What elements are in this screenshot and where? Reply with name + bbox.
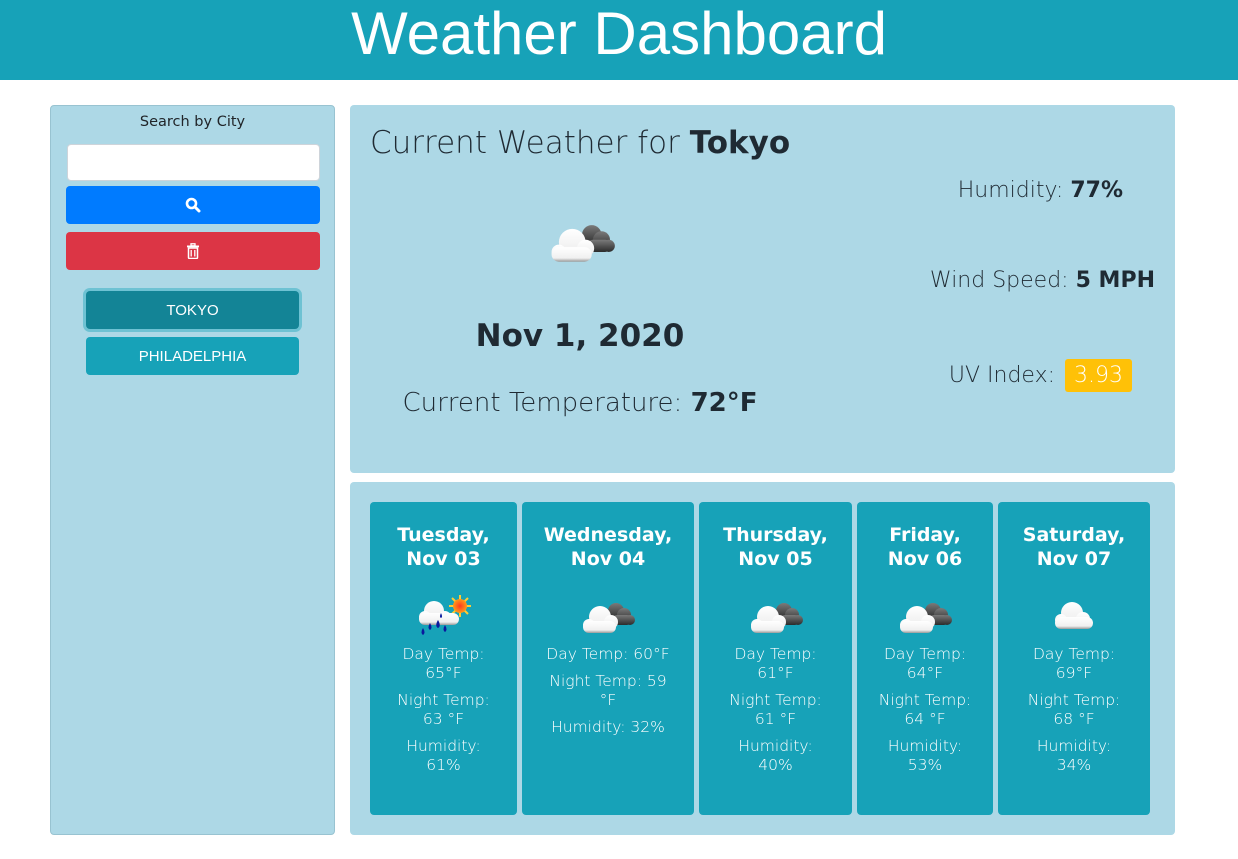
forecast-card: Thursday, Nov 05 Day Temp: 61°F Night Tem… bbox=[699, 502, 852, 815]
forecast-day: Friday, Nov 06 bbox=[887, 524, 963, 570]
uv-index-badge: 3.93 bbox=[1065, 359, 1132, 392]
temperature-label: Current Temperature: bbox=[402, 388, 683, 418]
uv-index-stat: UV Index: 3.93 bbox=[949, 359, 1132, 392]
forecast-card: Friday, Nov 06 Day Temp: 64°F Night Temp:… bbox=[857, 502, 993, 815]
wind-label: Wind Speed: bbox=[929, 268, 1069, 293]
wind-speed-stat: Wind Speed: 5 MPH bbox=[930, 268, 1155, 293]
night-temp: Night Temp: 61 °F bbox=[729, 691, 822, 728]
wind-value: 5 MPH bbox=[1075, 268, 1155, 293]
trash-icon bbox=[187, 243, 199, 259]
night-temp: Night Temp: 59 °F bbox=[549, 672, 667, 709]
forecast-card: Saturday, Nov 07 Day Temp: 69°F Night Tem… bbox=[998, 502, 1150, 815]
current-date: Nov 1, 2020 bbox=[475, 318, 685, 354]
humidity-stat: Humidity: 77% bbox=[958, 178, 1123, 203]
day-temp: Day Temp: 69°F bbox=[1032, 645, 1116, 682]
forecast-day: Wednesday, Nov 04 bbox=[543, 524, 673, 570]
clear-history-button[interactable] bbox=[66, 232, 320, 270]
forecast-day: Thursday, Nov 05 bbox=[723, 524, 828, 570]
forecast-humidity: Humidity: 40% bbox=[738, 737, 813, 774]
uv-label: UV Index: bbox=[948, 363, 1056, 388]
search-sidebar: Search by City TOKYO PHILADELPHIA bbox=[50, 105, 335, 835]
city-search-input[interactable] bbox=[67, 144, 320, 181]
broken-clouds-icon bbox=[578, 593, 638, 639]
day-temp: Day Temp: 65°F bbox=[402, 645, 485, 682]
rain-sun-cloud-icon bbox=[414, 593, 474, 639]
city-history-button-tokyo[interactable]: TOKYO bbox=[86, 291, 299, 329]
search-label: Search by City bbox=[139, 114, 246, 130]
day-temp: Day Temp: 64°F bbox=[883, 645, 967, 682]
night-temp: Night Temp: 63 °F bbox=[397, 691, 490, 728]
app-header: Weather Dashboard bbox=[0, 0, 1238, 80]
day-temp: Day Temp: 60°F bbox=[546, 645, 670, 663]
humidity-label: Humidity: bbox=[957, 178, 1064, 203]
night-temp: Night Temp: 68 °F bbox=[1027, 691, 1121, 728]
forecast-card: Wednesday, Nov 04 Day Temp: 60°F Night Te… bbox=[522, 502, 694, 815]
forecast-card: Tuesday, Nov 03 Day Temp: 65°F Night Temp… bbox=[370, 502, 517, 815]
current-weather-panel: Current Weather for Tokyo Nov 1, 2020 Cu… bbox=[350, 105, 1175, 473]
title-prefix: Current Weather for bbox=[370, 125, 680, 161]
search-button[interactable] bbox=[66, 186, 320, 224]
broken-clouds-icon bbox=[746, 593, 806, 639]
forecast-humidity: Humidity: 32% bbox=[551, 718, 665, 736]
humidity-value: 77% bbox=[1070, 178, 1123, 203]
current-weather-title: Current Weather for Tokyo bbox=[370, 125, 790, 161]
forecast-humidity: Humidity: 53% bbox=[887, 737, 963, 774]
forecast-day: Tuesday, Nov 03 bbox=[397, 524, 490, 570]
five-day-forecast: Tuesday, Nov 03 Day Temp: 65°F Night Temp… bbox=[350, 482, 1175, 835]
current-temperature: Current Temperature: 72°F bbox=[350, 388, 810, 418]
search-icon bbox=[185, 197, 201, 213]
night-temp: Night Temp: 64 °F bbox=[878, 691, 972, 728]
cloud-icon bbox=[1044, 593, 1104, 639]
temperature-value: 72°F bbox=[690, 388, 758, 418]
forecast-humidity: Humidity: 34% bbox=[1036, 737, 1112, 774]
day-temp: Day Temp: 61°F bbox=[734, 645, 817, 682]
city-name: Tokyo bbox=[689, 125, 791, 161]
app-title: Weather Dashboard bbox=[351, 0, 887, 67]
broken-clouds-icon bbox=[895, 593, 955, 639]
city-history-button-philadelphia[interactable]: PHILADELPHIA bbox=[86, 337, 299, 375]
forecast-day: Saturday, Nov 07 bbox=[1022, 524, 1126, 570]
forecast-humidity: Humidity: 61% bbox=[406, 737, 481, 774]
partly-cloudy-icon bbox=[536, 213, 628, 269]
